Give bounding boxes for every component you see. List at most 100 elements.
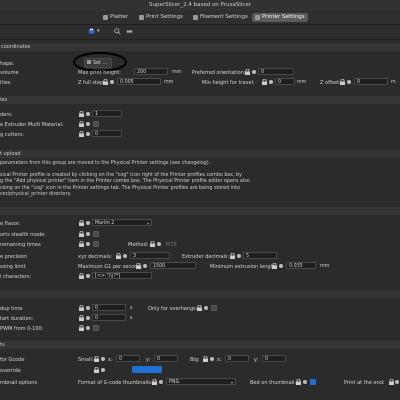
min-height-travel-input[interactable]: 0 [275, 78, 295, 85]
lock-icon[interactable] [79, 121, 84, 127]
thumbnail-format-select[interactable]: PNG ▾ [166, 378, 236, 385]
search-icon[interactable] [114, 28, 121, 35]
ities-label: ities [0, 80, 11, 86]
max-print-height-label: Max print height: [78, 70, 121, 76]
lock-icon[interactable] [79, 305, 84, 311]
cutters-label: g cutters: [0, 132, 25, 138]
big-y-label: y: [254, 357, 259, 363]
default-dot-icon [279, 264, 283, 268]
single-extruder-checkbox[interactable] [93, 121, 99, 127]
z-full-step-label: Z full step: [78, 80, 105, 86]
lock-icon[interactable] [103, 79, 108, 85]
xyz-decimals-input[interactable]: 3 [130, 252, 170, 259]
default-dot-icon [157, 242, 161, 246]
lock-icon[interactable] [94, 367, 99, 373]
upload-info-text: parameters from this group are moved to … [0, 161, 250, 197]
lock-icon[interactable] [79, 315, 84, 321]
default-dot-icon [269, 80, 273, 84]
lock-icon[interactable] [152, 379, 157, 385]
tab-platter[interactable]: Platter [100, 13, 131, 22]
small-x-input[interactable]: 0 [116, 355, 140, 362]
thumbnail-override-input[interactable] [132, 366, 162, 373]
toolbar: ▾ [0, 25, 400, 40]
big-x-label: x: [217, 357, 222, 363]
only-for-overhangs-checkbox[interactable] [211, 305, 217, 311]
default-dot-icon [86, 122, 90, 126]
thumbnail-options-label: mbnail options [0, 380, 38, 386]
lock-icon[interactable] [245, 69, 250, 75]
preferred-orientation-input[interactable]: 0 [258, 68, 294, 75]
compare-icon[interactable] [126, 28, 133, 35]
tab-print-settings[interactable]: Print Settings [136, 13, 186, 22]
lock-icon[interactable] [79, 325, 84, 331]
method-label: Method: [128, 242, 149, 248]
lock-icon[interactable] [272, 263, 277, 269]
max-print-height-input[interactable]: 200 [134, 68, 168, 75]
lock-icon[interactable] [150, 241, 155, 247]
min-extrusion-length-input[interactable]: 0.035 [286, 262, 316, 269]
lock-icon[interactable] [94, 356, 99, 362]
print-settings-icon [139, 15, 144, 20]
fan-speedup-time-input[interactable]: 0 [92, 304, 126, 311]
lock-icon[interactable] [262, 79, 267, 85]
fan-pwm-checkbox[interactable] [93, 325, 99, 331]
lock-icon[interactable] [79, 220, 84, 226]
remaining-times-label: remaining times [0, 242, 41, 248]
default-dot-icon [86, 316, 90, 320]
printer-preset-icon[interactable] [88, 28, 95, 35]
lock-icon[interactable] [79, 131, 84, 137]
section-bed-shape: coordinates [0, 43, 400, 51]
small-y-input[interactable]: 0 [154, 355, 178, 362]
single-extruder-mm-label: e Extruder Multi Material: [0, 122, 64, 128]
fan-speedup-time-label: dup time [0, 306, 23, 312]
default-dot-icon [101, 368, 105, 372]
fan-kickstart-label: tart duration: [0, 316, 34, 322]
gcode-flavor-select[interactable]: Marlin 2 ▾ [92, 219, 152, 226]
big-x-input[interactable]: 0 [225, 355, 249, 362]
lock-icon[interactable] [116, 253, 121, 259]
default-dot-icon [86, 306, 90, 310]
extruder-decimals-input[interactable]: 5 [243, 252, 277, 259]
default-dot-icon [123, 254, 127, 258]
lock-icon[interactable] [203, 356, 208, 362]
precision-label: e precision [0, 254, 28, 260]
stealth-mode-checkbox[interactable] [93, 231, 99, 237]
lock-icon[interactable] [197, 305, 202, 311]
forbidden-chars-input[interactable]: [<>:"/\|?*] [92, 272, 152, 279]
lock-icon[interactable] [230, 253, 235, 259]
chevron-down-icon: ▾ [146, 221, 149, 226]
remaining-times-checkbox[interactable] [93, 241, 99, 247]
default-dot-icon [86, 326, 90, 330]
unit-s: s [130, 306, 133, 311]
big-y-input[interactable]: 0 [262, 355, 286, 362]
fan-kickstart-input[interactable]: 0 [92, 314, 126, 321]
shape-label: hape: [0, 61, 15, 67]
lock-icon[interactable] [296, 379, 301, 385]
cutters-input[interactable]: 0 [92, 130, 122, 137]
thumbnail-override-label: override [0, 368, 21, 374]
tab-filament-settings[interactable]: Filament Settings [190, 13, 251, 22]
z-offset-label: Z offset: [320, 80, 341, 86]
z-full-step-input[interactable]: 0.005 [117, 78, 161, 85]
lock-icon[interactable] [79, 241, 84, 247]
extruders-input[interactable]: 1 [92, 110, 122, 117]
default-dot-icon [110, 80, 114, 84]
lock-icon[interactable] [79, 231, 84, 237]
tab-printer-settings[interactable]: Printer Settings [252, 13, 308, 22]
extruder-decimals-label: Extruder decimals: [182, 254, 230, 260]
lock-icon[interactable] [79, 111, 84, 117]
chevron-down-icon[interactable]: ▾ [97, 29, 99, 34]
lock-icon[interactable] [136, 263, 141, 269]
lock-icon[interactable] [389, 379, 394, 385]
z-offset-input[interactable]: 0 [354, 78, 388, 85]
lock-icon[interactable] [340, 79, 345, 85]
lock-icon[interactable] [79, 273, 84, 279]
unit-s: s [130, 316, 133, 321]
processing-limit-label: ssing limit [0, 264, 26, 270]
method-value[interactable]: M73 [166, 242, 177, 248]
thumbnail-format-label: Format of G-code thumbnails: [78, 380, 153, 386]
bed-on-thumbnail-checkbox[interactable] [310, 379, 316, 385]
max-g1-input[interactable]: 1500 [150, 262, 196, 269]
filament-icon [193, 15, 198, 20]
default-dot-icon [347, 80, 351, 84]
